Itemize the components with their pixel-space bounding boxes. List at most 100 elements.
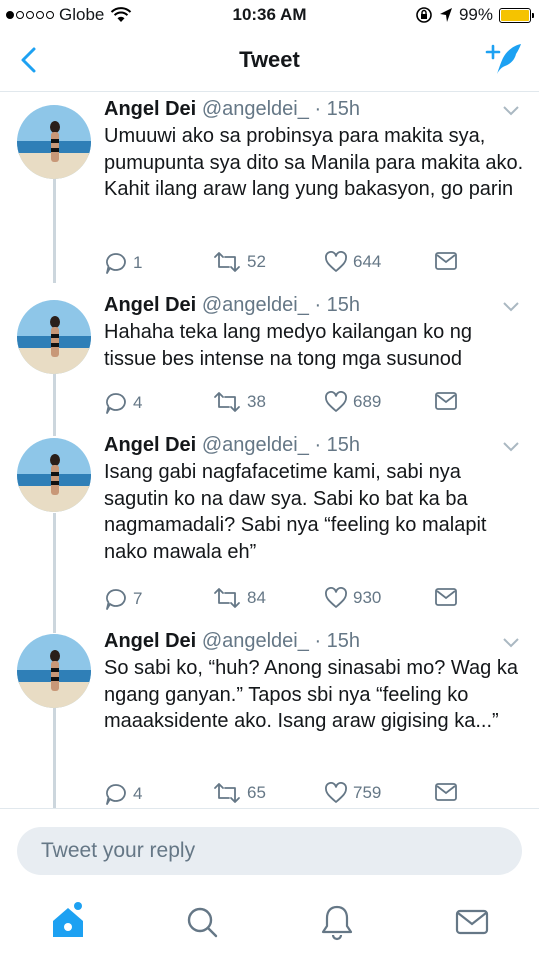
dm-button[interactable] (434, 782, 458, 802)
retweet-count: 84 (247, 588, 266, 607)
author-name[interactable]: Angel Dei (104, 98, 196, 120)
like-count: 689 (353, 392, 382, 411)
heart-icon (325, 251, 347, 272)
retweet-icon (214, 392, 240, 412)
tweet-actions: 4 65 759 (104, 782, 464, 808)
tweet-text: Hahaha teka lang medyo kailangan ko ng t… (104, 321, 473, 370)
avatar[interactable] (17, 105, 91, 179)
retweet-count: 52 (247, 252, 266, 271)
carrier-name: Globe (59, 5, 105, 24)
author-name[interactable]: Angel Dei (104, 630, 196, 652)
avatar[interactable] (17, 634, 91, 708)
tweet-time: · 15h (314, 630, 361, 652)
signal-strength-icon (6, 11, 54, 19)
author-handle[interactable]: @angeldei_ (202, 294, 309, 316)
battery-percent: 99% (458, 5, 493, 24)
envelope-icon (435, 252, 457, 270)
reply-button[interactable]: 1 (104, 251, 142, 275)
battery-level (501, 9, 529, 21)
dm-button[interactable] (434, 391, 458, 411)
tweet-actions: 1 52 644 (104, 251, 464, 277)
thread-connector (53, 373, 56, 436)
reply-icon (106, 784, 126, 805)
author-name[interactable]: Angel Dei (104, 434, 196, 456)
like-button[interactable]: 759 (324, 782, 381, 804)
reply-icon (106, 393, 126, 414)
battery-icon (499, 7, 534, 23)
dm-button[interactable] (434, 251, 458, 271)
reply-button[interactable]: 7 (104, 587, 142, 611)
status-bar: Globe 10:36 AM 99% (0, 0, 539, 30)
reply-input[interactable] (17, 827, 522, 875)
heart-icon (325, 391, 347, 412)
retweet-button[interactable]: 65 (212, 782, 266, 804)
retweet-icon (214, 588, 240, 608)
messages-icon[interactable] (452, 902, 492, 942)
chevron-down-icon[interactable] (501, 440, 521, 454)
dm-button[interactable] (434, 587, 458, 607)
tweet-actions: 4 38 689 (104, 391, 464, 417)
reply-bar (0, 808, 539, 888)
tweet-text: Umuuwi ako sa probinsya para makita sya,… (104, 125, 524, 200)
retweet-icon (214, 783, 240, 803)
avatar[interactable] (17, 300, 91, 374)
like-button[interactable]: 930 (324, 587, 381, 609)
reply-count: 4 (133, 393, 143, 412)
nav-bar: Tweet (0, 30, 539, 92)
tweet-header: Angel Dei @angeldei_ · 15h (104, 434, 360, 457)
retweet-button[interactable]: 52 (212, 251, 266, 273)
author-name[interactable]: Angel Dei (104, 294, 196, 316)
like-count: 759 (353, 783, 382, 802)
status-right: 99% (415, 5, 534, 25)
tweet-time: · 15h (314, 434, 361, 456)
rotation-lock-icon (416, 7, 432, 23)
reply-count: 1 (133, 253, 143, 272)
thread-connector (53, 708, 56, 808)
like-count: 644 (353, 252, 382, 271)
heart-icon (325, 587, 347, 608)
home-icon[interactable] (48, 902, 88, 942)
thread-connector (53, 513, 56, 633)
avatar[interactable] (17, 438, 91, 512)
like-button[interactable]: 689 (324, 391, 381, 413)
tweet-time: · 15h (314, 98, 361, 120)
notifications-icon[interactable] (317, 902, 357, 942)
retweet-button[interactable]: 38 (212, 391, 266, 413)
like-count: 930 (353, 588, 382, 607)
thread-connector (53, 173, 56, 283)
reply-count: 7 (133, 589, 143, 608)
envelope-icon (435, 588, 457, 606)
new-tweets-dot (74, 902, 82, 910)
retweet-count: 65 (247, 783, 266, 802)
tweet-thread: Angel Dei @angeldei_ · 15h Umuuwi ako sa… (0, 93, 539, 808)
tweet-text: Isang gabi nagfafacetime kami, sabi nya … (104, 461, 487, 563)
tweet-header: Angel Dei @angeldei_ · 15h (104, 98, 360, 121)
tweet-header: Angel Dei @angeldei_ · 15h (104, 630, 360, 653)
envelope-icon (435, 783, 457, 801)
heart-icon (325, 782, 347, 803)
compose-tweet-button[interactable] (485, 40, 525, 78)
reply-button[interactable]: 4 (104, 782, 142, 806)
reply-icon (106, 589, 126, 610)
retweet-button[interactable]: 84 (212, 587, 266, 609)
wifi-icon (111, 7, 132, 22)
tab-bar (0, 888, 539, 960)
page-title: Tweet (239, 47, 300, 72)
chevron-down-icon[interactable] (501, 636, 521, 650)
author-handle[interactable]: @angeldei_ (202, 630, 309, 652)
chevron-down-icon[interactable] (501, 300, 521, 314)
author-handle[interactable]: @angeldei_ (202, 434, 309, 456)
tweet-time: · 15h (314, 294, 361, 316)
reply-button[interactable]: 4 (104, 391, 142, 415)
retweet-icon (214, 252, 240, 272)
back-button[interactable] (14, 43, 44, 77)
carrier-signal: Globe (6, 5, 132, 25)
like-button[interactable]: 644 (324, 251, 381, 273)
retweet-count: 38 (247, 392, 266, 411)
tweet-actions: 7 84 930 (104, 587, 464, 613)
search-icon[interactable] (182, 902, 222, 942)
reply-icon (106, 253, 126, 274)
chevron-down-icon[interactable] (501, 104, 521, 118)
author-handle[interactable]: @angeldei_ (202, 98, 309, 120)
envelope-icon (435, 392, 457, 410)
